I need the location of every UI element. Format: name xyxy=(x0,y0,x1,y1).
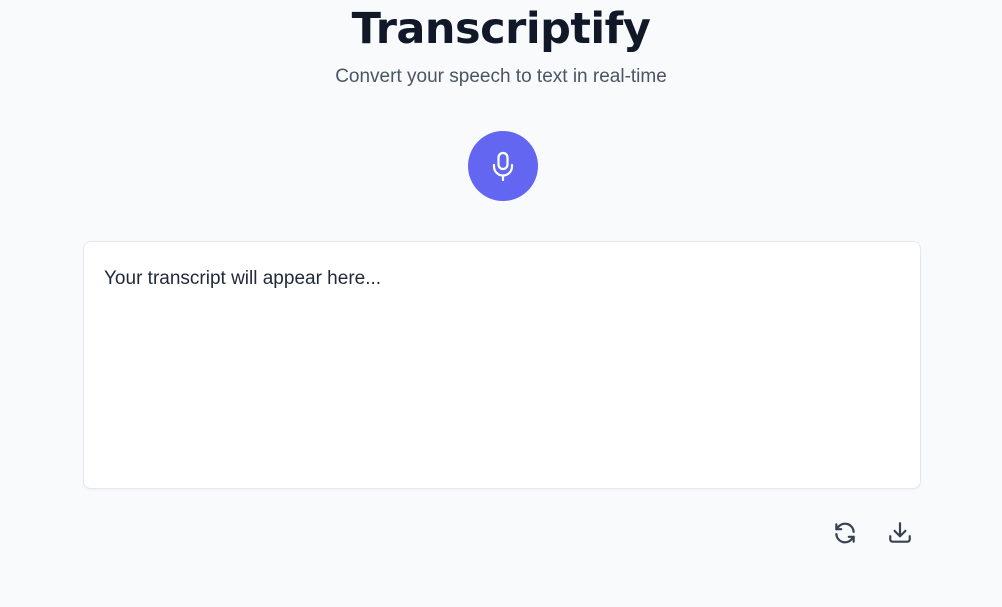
download-icon xyxy=(887,520,913,549)
transcript-placeholder: Your transcript will appear here... xyxy=(104,268,382,289)
app-title: Transcriptify xyxy=(351,4,651,54)
refresh-icon xyxy=(832,520,858,549)
app-subtitle: Convert your speech to text in real-time xyxy=(335,66,667,87)
record-button[interactable] xyxy=(468,131,538,201)
transcript-box[interactable]: Your transcript will appear here... xyxy=(83,241,921,489)
reset-button[interactable] xyxy=(828,517,862,551)
microphone-icon xyxy=(490,151,516,181)
download-button[interactable] xyxy=(883,517,917,551)
